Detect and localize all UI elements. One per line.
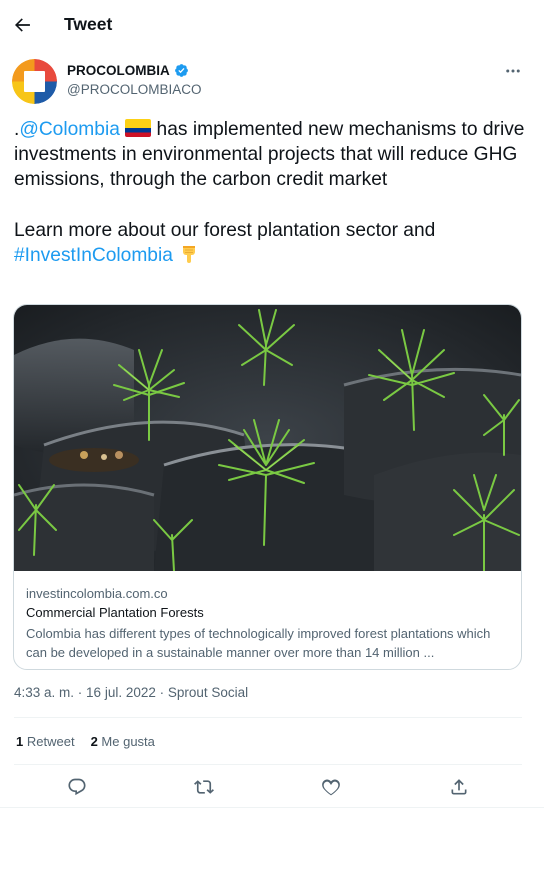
arrow-left-icon bbox=[15, 18, 30, 32]
procolombia-logo bbox=[12, 59, 57, 104]
tweet-stats: 1 Retweet 2 Me gusta bbox=[16, 734, 155, 749]
author-name[interactable]: PROCOLOMBIA bbox=[67, 63, 189, 78]
like-icon bbox=[322, 779, 340, 796]
pine-seedlings-photo bbox=[14, 305, 521, 571]
back-button[interactable] bbox=[8, 7, 36, 43]
divider bbox=[0, 807, 544, 808]
more-options-button[interactable] bbox=[500, 60, 526, 82]
verified-badge-icon bbox=[174, 64, 188, 77]
card-description: Colombia has different types of technolo… bbox=[26, 626, 491, 660]
share-button[interactable] bbox=[442, 770, 476, 804]
top-bar: Tweet bbox=[0, 0, 544, 50]
link-card[interactable]: investincolombia.com.co Commercial Plant… bbox=[13, 304, 522, 670]
like-label: Me gusta bbox=[101, 734, 155, 749]
tweet-text: .@Colombia has implemented new mechanism… bbox=[14, 117, 530, 268]
hashtag-link[interactable]: #InvestInColombia bbox=[14, 245, 173, 266]
like-button[interactable] bbox=[314, 770, 348, 804]
card-title: Commercial Plantation Forests bbox=[26, 605, 204, 620]
divider bbox=[14, 717, 522, 718]
avatar[interactable] bbox=[12, 59, 57, 104]
retweet-button[interactable] bbox=[187, 770, 221, 804]
meta-separator-2: · bbox=[155, 685, 168, 700]
mention-link[interactable]: @Colombia bbox=[19, 119, 120, 140]
reply-button[interactable] bbox=[60, 770, 94, 804]
like-count: 2 bbox=[90, 734, 98, 749]
colombia-flag-icon bbox=[125, 119, 152, 137]
card-domain: investincolombia.com.co bbox=[26, 586, 168, 601]
tweet-date[interactable]: 16 jul. 2022 bbox=[86, 685, 156, 700]
retweet-count: 1 bbox=[16, 734, 24, 749]
meta-separator: · bbox=[74, 685, 87, 700]
page-title: Tweet bbox=[64, 14, 113, 34]
backhand-index-pointing-down-icon bbox=[178, 243, 200, 265]
retweet-label: Retweet bbox=[26, 734, 75, 749]
retweet-icon bbox=[194, 780, 214, 794]
tweet-meta: 4:33 a. m. · 16 jul. 2022 · Sprout Socia… bbox=[14, 685, 248, 700]
author-handle[interactable]: @PROCOLOMBIACO bbox=[67, 82, 201, 97]
reply-icon bbox=[68, 778, 86, 796]
retweets-stat[interactable]: 1 Retweet bbox=[16, 734, 75, 749]
divider bbox=[14, 764, 522, 765]
share-icon bbox=[451, 779, 467, 795]
tweet-source[interactable]: Sprout Social bbox=[168, 685, 248, 700]
author-name-text: PROCOLOMBIA bbox=[67, 63, 170, 78]
more-dots-icon bbox=[506, 69, 520, 73]
action-bar bbox=[0, 770, 544, 804]
tweet-body-2: Learn more about our forest plantation s… bbox=[14, 219, 436, 241]
likes-stat[interactable]: 2 Me gusta bbox=[91, 734, 155, 749]
tweet-time[interactable]: 4:33 a. m. bbox=[14, 685, 74, 700]
